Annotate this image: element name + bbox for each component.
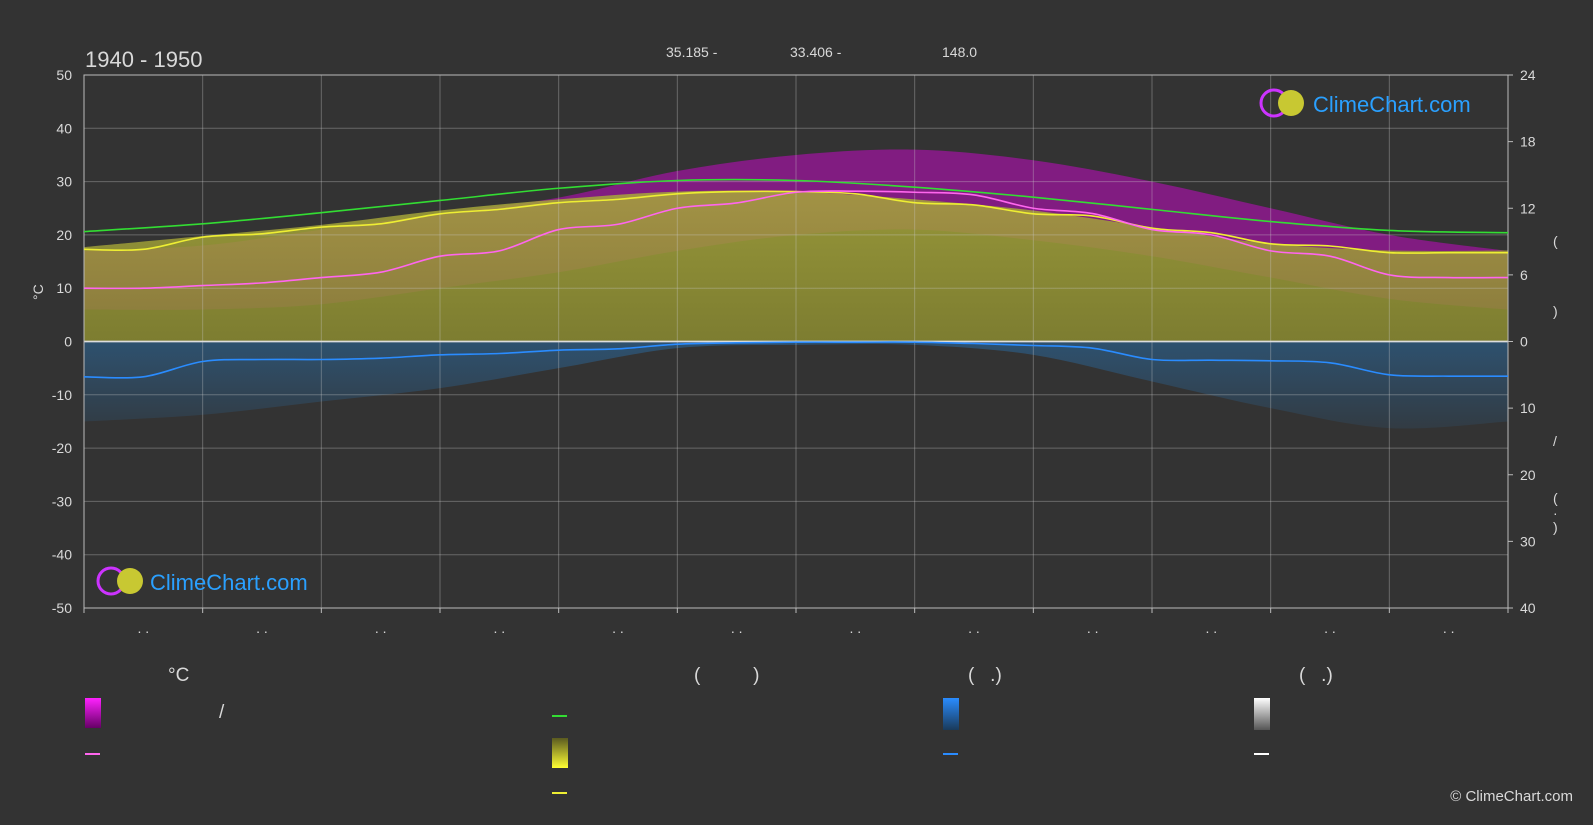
month-tick-label: . . bbox=[493, 620, 505, 636]
right-axis-lower-label-2: ( bbox=[1553, 490, 1558, 506]
legend-swatch-sunshine bbox=[552, 738, 568, 768]
left-axis-unit: °C bbox=[30, 284, 46, 300]
right-axis-lower-label-4: ) bbox=[1553, 519, 1558, 535]
elevation: 148.0 bbox=[942, 44, 977, 60]
right-axis-lower-label-1: / bbox=[1553, 433, 1557, 449]
logo-top[interactable]: ClimeChart.com bbox=[1259, 88, 1471, 118]
legend-line-precipitation bbox=[943, 753, 958, 755]
legend-line-sunshine bbox=[552, 792, 567, 794]
y-tick-label: -20 bbox=[52, 440, 72, 456]
y-tick-label: 0 bbox=[64, 334, 72, 350]
right-axis-upper-labels: ( ) bbox=[1553, 233, 1558, 319]
legend-swatch-snow bbox=[1254, 698, 1270, 730]
climate-chart: 50 40 30 20 10 0 -10 -20 -30 -40 -50 24 18 12 6 0 10 20 30… bbox=[30, 44, 1558, 636]
copyright[interactable]: © ClimeChart.com bbox=[1450, 788, 1573, 805]
y-tick-label: 40 bbox=[56, 120, 72, 136]
y2-lower-tick-label: 0 bbox=[1520, 334, 1528, 350]
month-tick-label: . . bbox=[1443, 620, 1455, 636]
y2-lower-tick-label: 10 bbox=[1520, 400, 1536, 416]
legend-slash: / bbox=[219, 702, 225, 723]
logo-text-top: ClimeChart.com bbox=[1313, 92, 1471, 117]
y-tick-label: -50 bbox=[52, 600, 72, 616]
coord-lat: 35.185 - bbox=[666, 44, 718, 60]
month-tick-label: . . bbox=[256, 620, 268, 636]
month-tick-label: . . bbox=[731, 620, 743, 636]
y2-upper-tick-label: 6 bbox=[1520, 267, 1528, 283]
legend-swatch-precipitation bbox=[943, 698, 959, 730]
y2-lower-tick-label: 20 bbox=[1520, 467, 1536, 483]
month-tick-label: . . bbox=[612, 620, 624, 636]
y2-upper-tick-label: 18 bbox=[1520, 134, 1536, 150]
period-title: 1940 - 1950 bbox=[85, 47, 202, 72]
coord-lon: 33.406 - bbox=[790, 44, 842, 60]
month-tick-label: . . bbox=[137, 620, 149, 636]
y-tick-label: -40 bbox=[52, 547, 72, 563]
legend-header-snow: ( .) bbox=[1299, 665, 1333, 686]
month-tick-label: . . bbox=[1087, 620, 1099, 636]
logo-sun-icon bbox=[117, 568, 143, 594]
y2-lower-tick-label: 30 bbox=[1520, 533, 1536, 549]
y-tick-label: 20 bbox=[56, 227, 72, 243]
legend-line-daylight bbox=[552, 715, 567, 717]
logo-bottom[interactable]: ClimeChart.com bbox=[96, 566, 308, 596]
y-tick-label: -30 bbox=[52, 493, 72, 509]
month-tick-label: . . bbox=[968, 620, 980, 636]
legend-header-daylight: ( ) bbox=[694, 665, 760, 686]
y-tick-label: 10 bbox=[56, 280, 72, 296]
y2-upper-tick-label: 24 bbox=[1520, 67, 1536, 83]
right-axis-lower-labels: / ( · ) bbox=[1553, 433, 1558, 535]
y2-lower-tick-label: 40 bbox=[1520, 600, 1536, 616]
right-axis-upper-label-1: ( bbox=[1553, 233, 1558, 249]
legend-line-mean-temp bbox=[85, 753, 100, 755]
month-tick-label: . . bbox=[375, 620, 387, 636]
y-tick-label: 30 bbox=[56, 174, 72, 190]
y-tick-label: -10 bbox=[52, 387, 72, 403]
y2-upper-tick-label: 12 bbox=[1520, 200, 1536, 216]
legend-swatch-temp-range bbox=[85, 698, 101, 728]
y-tick-label: 50 bbox=[56, 67, 72, 83]
month-tick-label: . . bbox=[849, 620, 861, 636]
right-axis-upper-label-2: ) bbox=[1553, 303, 1558, 319]
legend-line-snow bbox=[1254, 753, 1269, 755]
month-tick-label: . . bbox=[1324, 620, 1336, 636]
logo-sun-icon bbox=[1278, 90, 1304, 116]
logo-text-bottom: ClimeChart.com bbox=[150, 570, 308, 595]
month-tick-label: . . bbox=[1205, 620, 1217, 636]
legend-header-precipitation: ( .) bbox=[968, 665, 1002, 686]
legend-header-temperature: °C bbox=[168, 665, 190, 686]
